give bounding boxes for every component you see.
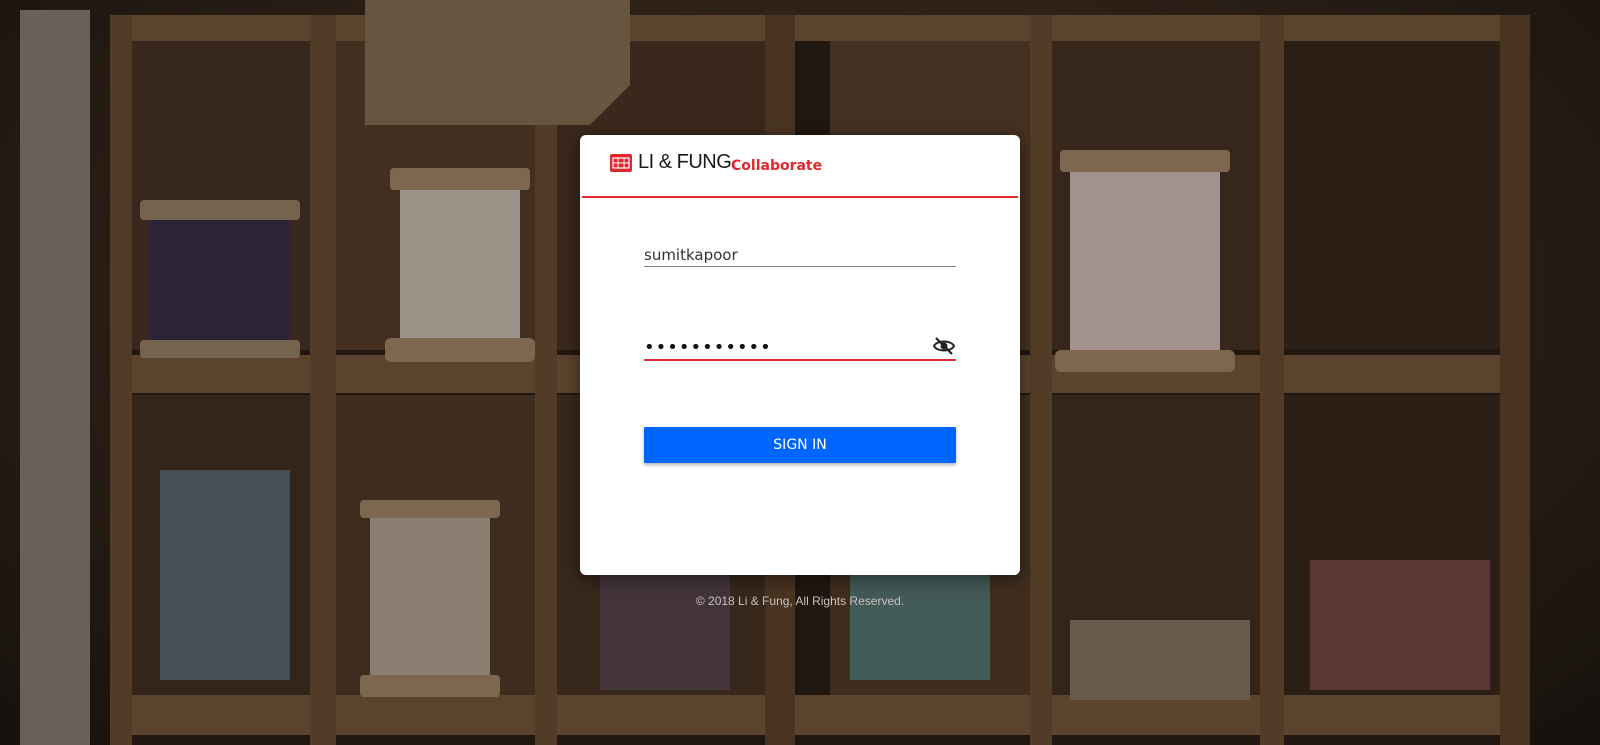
- eye-off-icon[interactable]: [932, 335, 956, 357]
- product-name: Collaborate: [731, 158, 823, 174]
- username-field-container: [644, 243, 956, 267]
- sign-in-button[interactable]: SIGN IN: [644, 427, 956, 463]
- password-field-container: [644, 335, 956, 361]
- copyright-footer: © 2018 Li & Fung, All Rights Reserved.: [695, 594, 905, 608]
- username-field[interactable]: [644, 243, 956, 267]
- password-field[interactable]: [644, 335, 956, 361]
- card-header: LI & FUNG Collaborate: [582, 135, 1018, 198]
- login-card: LI & FUNG Collaborate SIGN IN: [580, 135, 1020, 575]
- brand-logo-icon: [610, 154, 632, 172]
- brand-name: LI & FUNG: [638, 151, 732, 173]
